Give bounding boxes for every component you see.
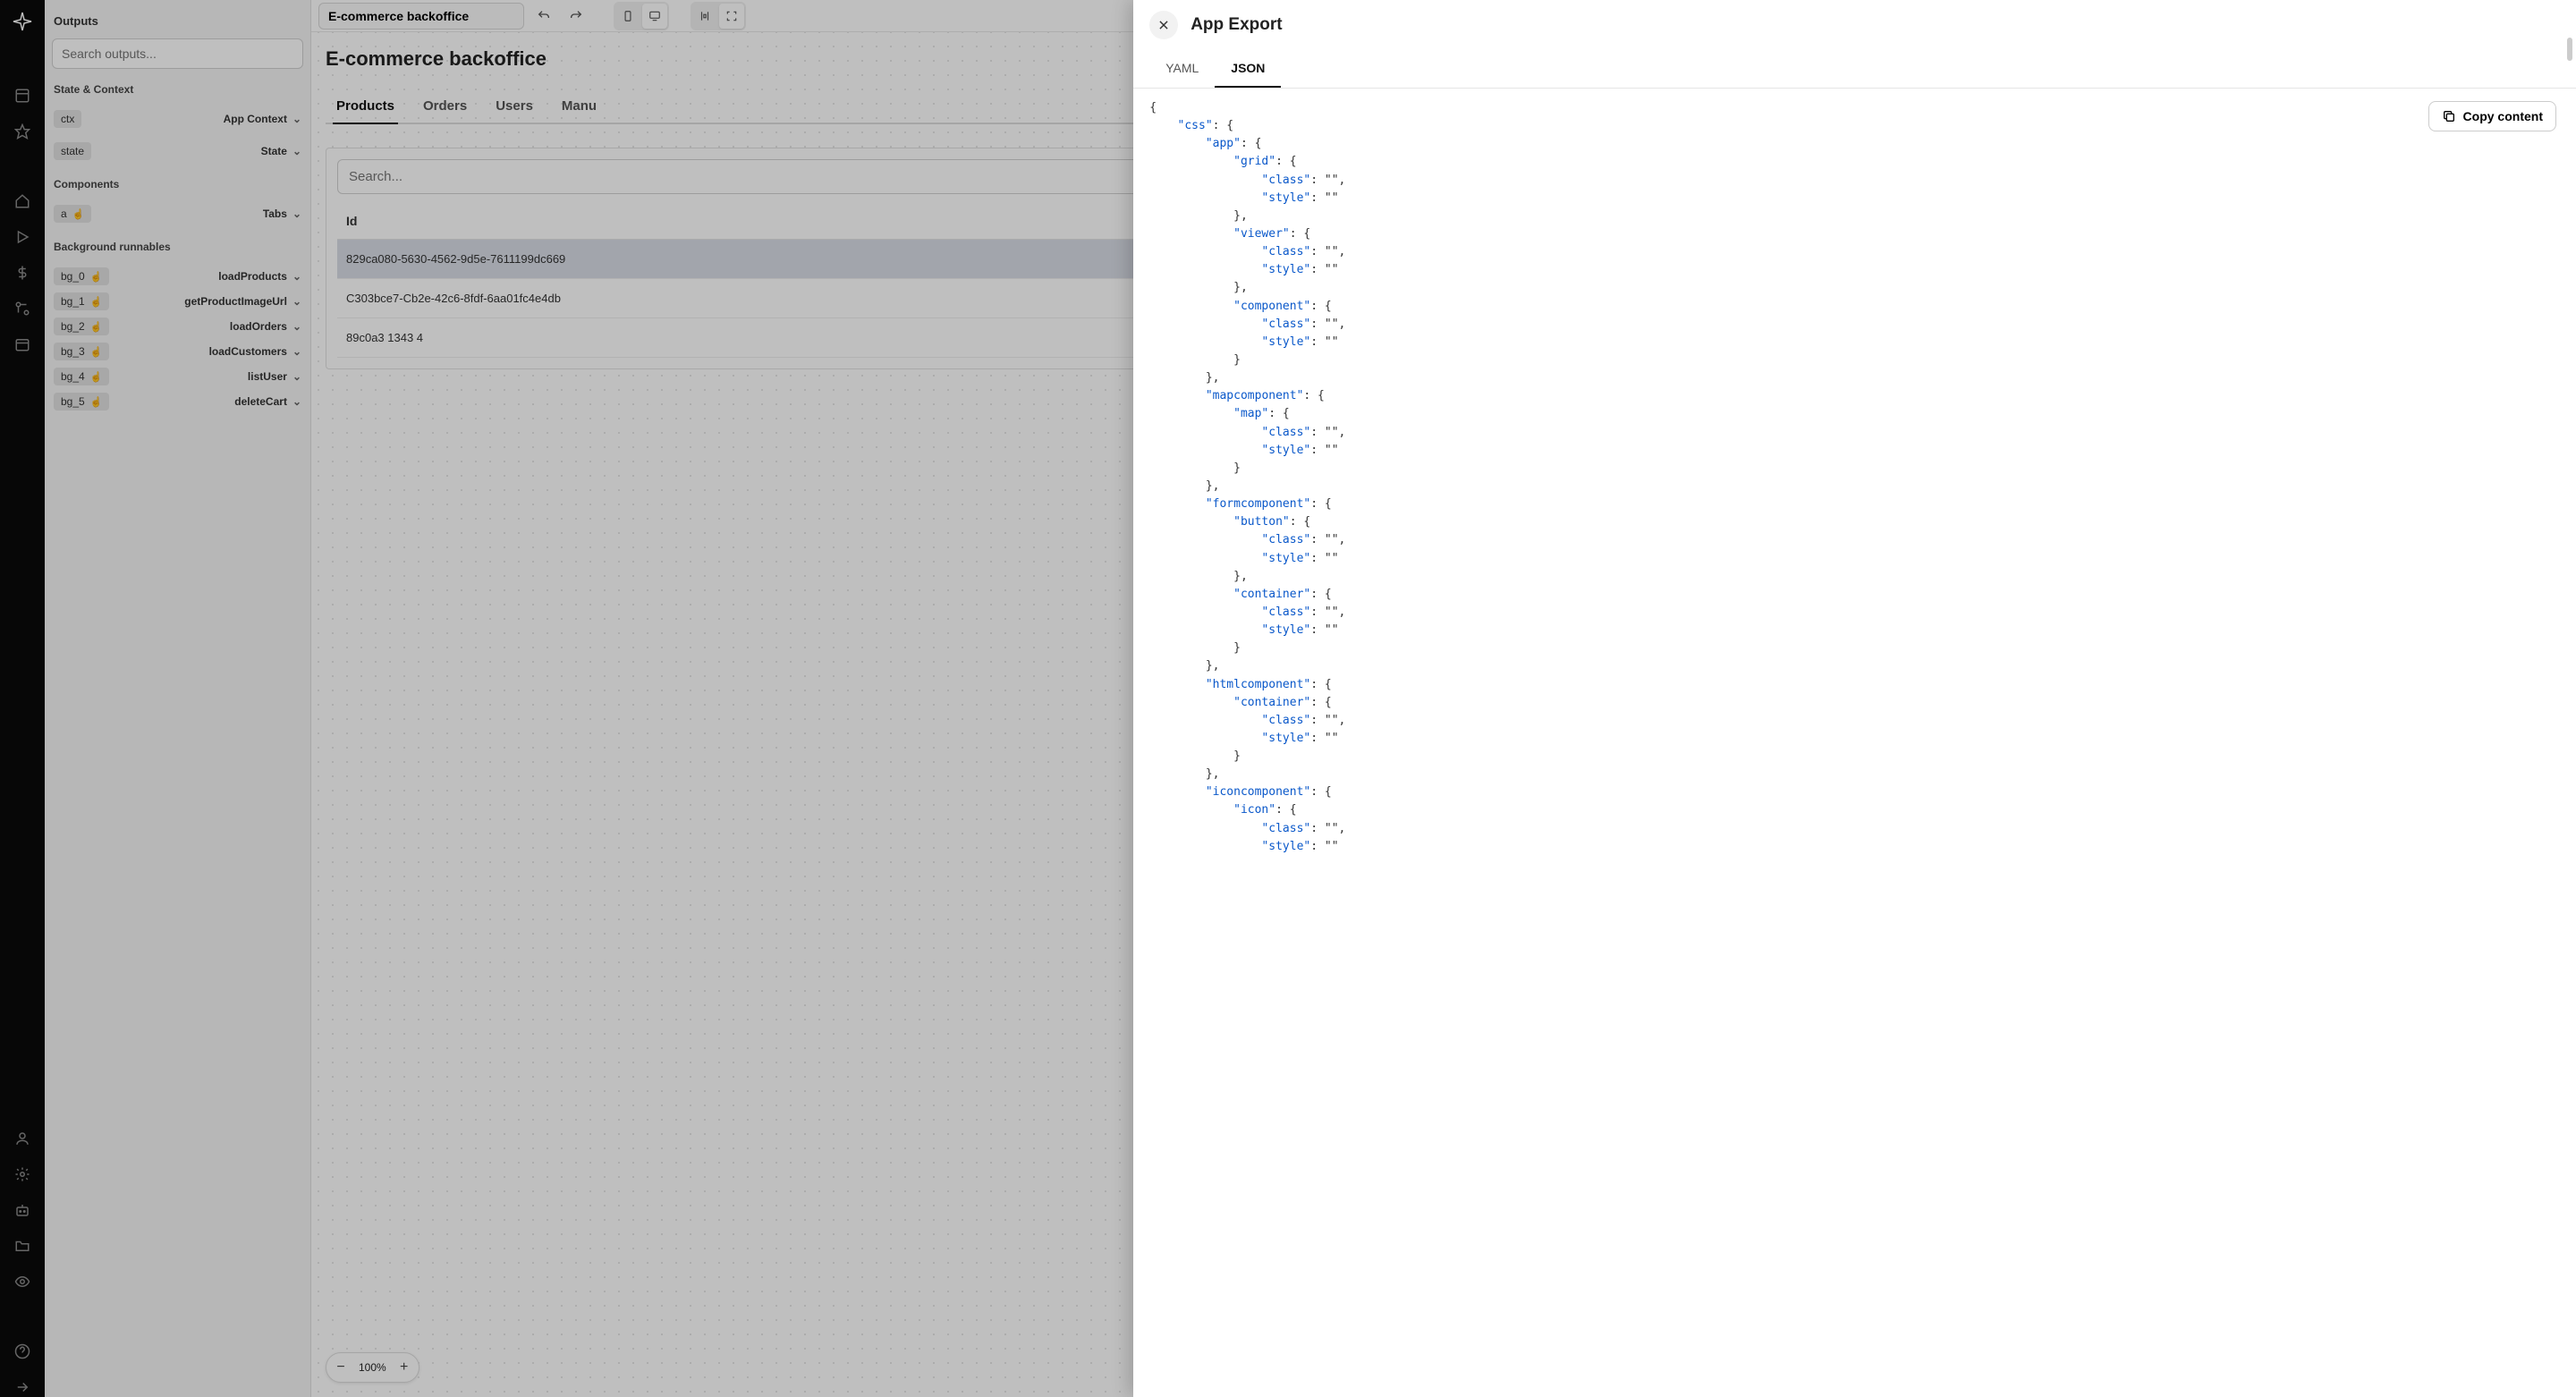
modal-overlay[interactable] [0,0,1133,1397]
export-drawer: App Export YAMLJSON Copy content { "css"… [1133,0,2576,1397]
json-output: { "css": { "app": { "grid": { "class": "… [1149,99,2560,856]
drawer-scrollbar[interactable] [2567,38,2572,61]
close-button[interactable] [1149,11,1178,39]
export-tab-json[interactable]: JSON [1215,50,1281,88]
export-tab-yaml[interactable]: YAML [1149,50,1215,88]
copy-content-button[interactable]: Copy content [2428,101,2556,131]
drawer-body: Copy content { "css": { "app": { "grid":… [1133,89,2576,1397]
drawer-tabs: YAMLJSON [1133,50,2576,89]
drawer-title: App Export [1191,15,1282,35]
